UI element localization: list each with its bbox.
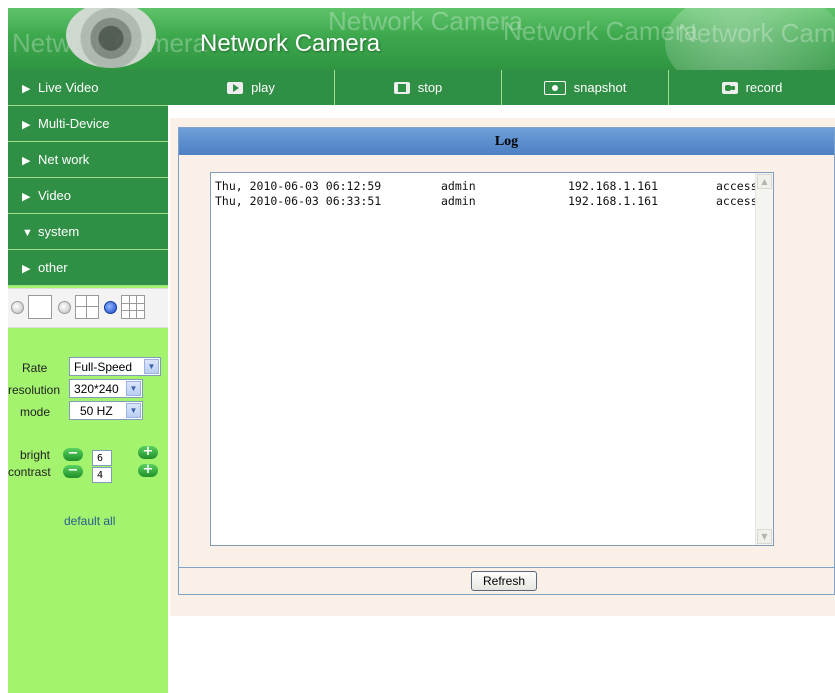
header-banner: Network Camera Network Camera Network Ca… [8,8,835,70]
log-user: admin [441,194,476,208]
sidebar-item-network[interactable]: ▶ Net work [8,142,168,178]
mode-label: mode [20,405,51,419]
log-ip: 192.168.1.161 [568,194,659,208]
triangle-down-icon: ▼ [22,227,33,239]
scroll-up-icon[interactable]: ▲ [757,174,772,189]
scroll-down-icon[interactable]: ▼ [757,529,772,544]
chevron-down-icon: ▼ [126,381,141,396]
triangle-right-icon: ▶ [22,119,31,131]
page-title: Network Camera [200,30,381,57]
triangle-right-icon: ▶ [22,83,31,95]
sidebar-item-multi-device[interactable]: ▶ Multi-Device [8,106,168,142]
chevron-down-icon: ▼ [144,359,159,374]
contrast-label: contrast [8,465,51,479]
sidebar-item-label: other [38,260,68,275]
sidebar-item-video[interactable]: ▶ Video [8,178,168,214]
log-entry: Thu, 2010-06-03 06:33:51 admin 192.168.1… [211,194,773,209]
log-footer: Refresh [179,567,834,594]
snapshot-button[interactable]: snapshot [502,70,669,105]
log-date: Thu, 2010-06-03 06:12:59 [215,179,382,193]
resolution-select[interactable]: 320*240 ▼ [69,379,143,398]
refresh-button[interactable]: Refresh [471,571,537,591]
snapshot-icon [543,80,566,95]
record-button[interactable]: record [669,70,835,105]
resolution-value: 320*240 [74,382,119,396]
triangle-right-icon: ▶ [22,155,31,167]
contrast-value-field[interactable]: 4 [92,467,112,483]
layout-4-radio[interactable] [58,301,71,314]
single-view-icon [28,295,52,319]
rate-label: Rate [22,361,48,375]
bright-label: bright [20,448,51,462]
play-label: play [251,80,275,95]
stop-label: stop [417,80,443,95]
record-label: record [745,80,783,95]
sidebar-item-label: system [38,224,80,239]
log-action: access [716,194,758,208]
chevron-down-icon: ▼ [126,403,141,418]
contrast-increase-button[interactable]: + [138,463,158,477]
sidebar-item-system[interactable]: ▼ system [8,214,168,250]
layout-1-radio[interactable] [11,301,24,314]
nine-view-icon [121,295,145,319]
triangle-right-icon: ▶ [22,191,31,203]
sidebar-item-label: Net work [38,152,90,167]
rate-select[interactable]: Full-Speed ▼ [69,357,161,376]
stop-button[interactable]: stop [335,70,502,105]
sidebar-item-label: Live Video [38,80,99,95]
layout-9-radio[interactable] [104,301,117,314]
globe-decoration [665,8,835,70]
sidebar-item-live-video[interactable]: ▶ Live Video [8,70,168,106]
contrast-decrease-button[interactable]: − [63,464,83,478]
mode-select[interactable]: 50 HZ ▼ [69,401,143,420]
log-date: Thu, 2010-06-03 06:33:51 [215,194,382,208]
log-panel: Log Thu, 2010-06-03 06:12:59 admin 192.1… [178,127,835,595]
bright-increase-button[interactable]: + [138,445,158,459]
log-user: admin [441,179,476,193]
rate-value: Full-Speed [74,360,133,374]
triangle-right-icon: ▶ [22,263,31,275]
log-textarea[interactable]: Thu, 2010-06-03 06:12:59 admin 192.168.1… [210,172,774,546]
bright-decrease-button[interactable]: − [63,447,83,461]
toolbar: play stop snapshot record [168,70,835,105]
stop-icon [393,81,410,94]
play-button[interactable]: play [168,70,335,105]
bright-value-field[interactable]: 6 [92,450,112,466]
log-title: Log [179,128,834,155]
layout-selector [8,288,168,328]
record-icon [721,81,738,94]
sidebar: ▶ Live Video ▶ Multi-Device ▶ Net work ▶ Vid… [8,70,168,693]
camera-logo-icon [66,8,156,68]
log-entry: Thu, 2010-06-03 06:12:59 admin 192.168.1… [211,179,773,194]
resolution-label: resolution [8,383,61,397]
play-icon [227,81,244,94]
log-scrollbar[interactable]: ▲ ▼ [755,173,773,545]
mode-value: 50 HZ [80,404,113,418]
quad-view-icon [75,295,99,319]
log-ip: 192.168.1.161 [568,179,659,193]
sidebar-item-label: Multi-Device [38,116,110,131]
log-action: access [716,179,758,193]
sidebar-item-other[interactable]: ▶ other [8,250,168,286]
default-all-link[interactable]: default all [64,514,115,528]
snapshot-label: snapshot [573,80,627,95]
sidebar-item-label: Video [38,188,72,203]
